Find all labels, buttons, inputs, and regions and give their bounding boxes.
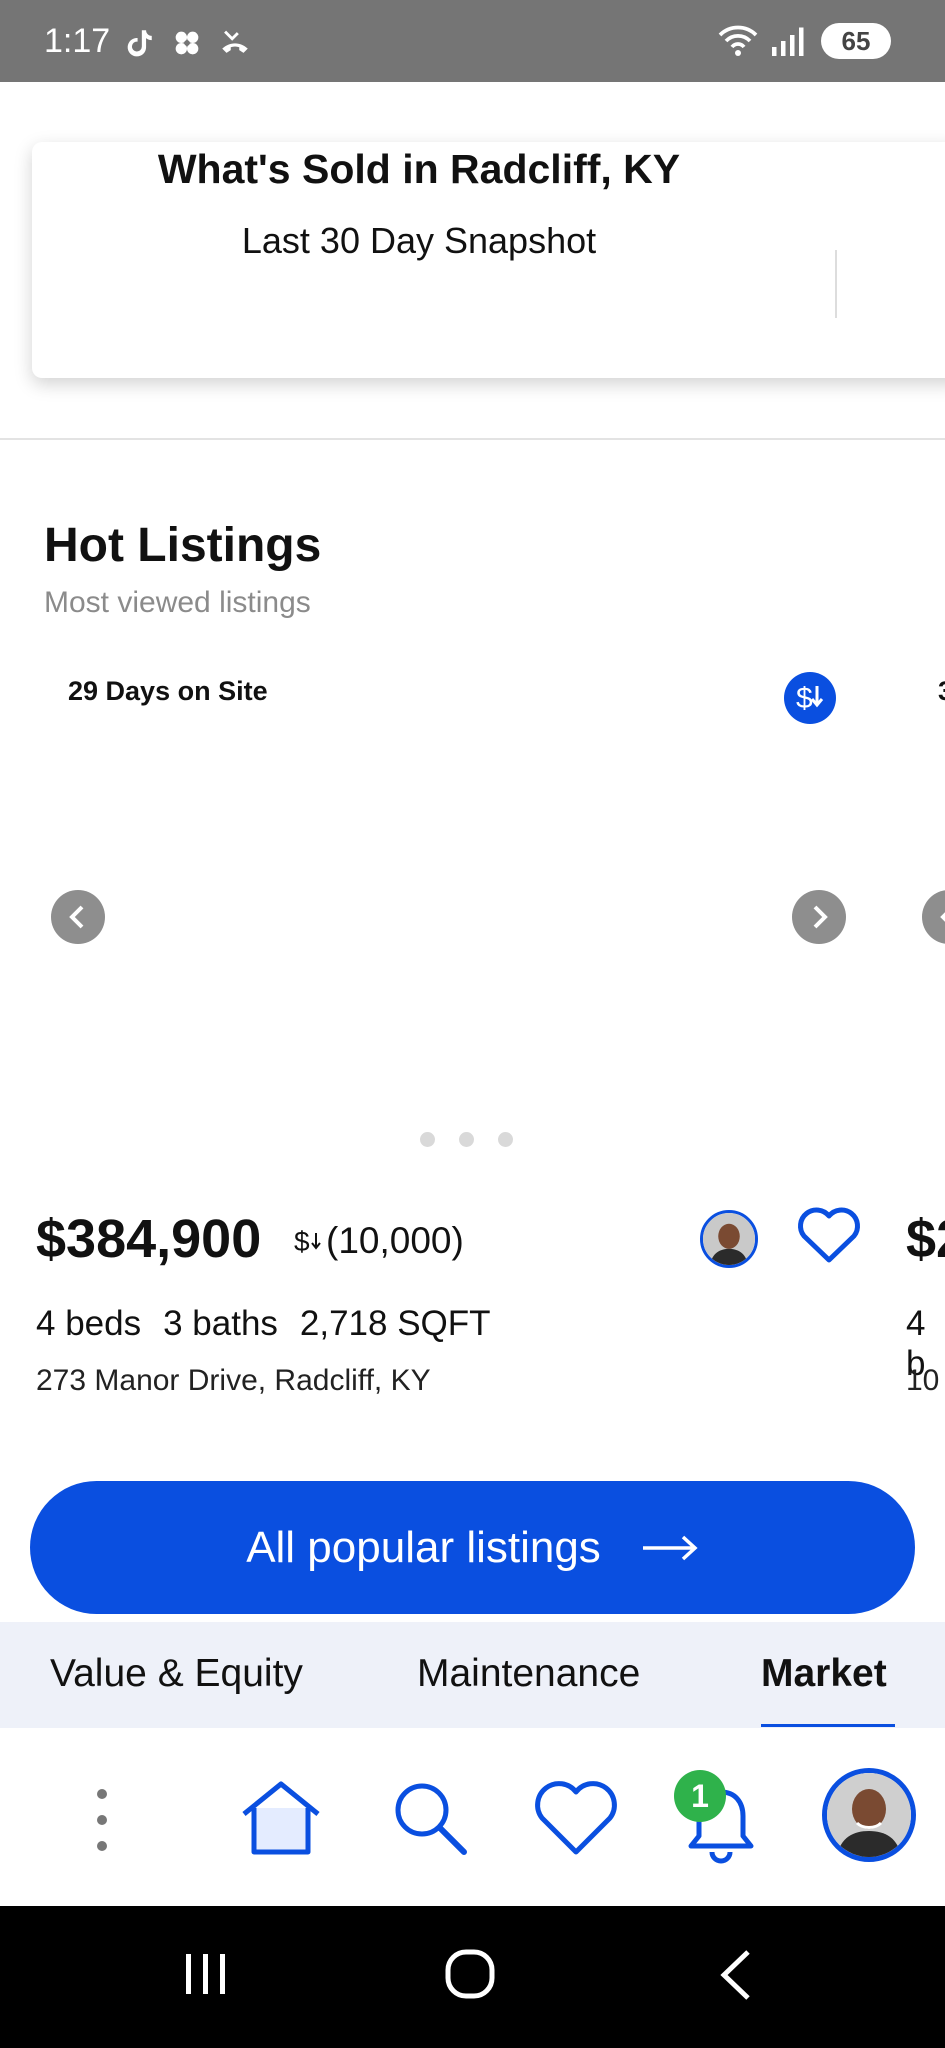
search-icon[interactable] [390,1778,470,1858]
listing-sqft: 2,718 SQFT [299,1304,491,1343]
home-button-icon[interactable] [444,1948,496,2000]
avatar [703,1213,755,1265]
home-icon[interactable] [238,1778,324,1858]
missed-call-icon [222,30,248,53]
chevron-right-icon [813,905,828,929]
recent-apps-icon[interactable] [182,1950,230,1998]
status-bar: 1:17 65 [0,0,945,82]
snapshot-title: What's Sold in Radcliff, KY [157,146,681,192]
chevron-left-icon [69,905,84,929]
carousel-dots [420,1132,513,1147]
bottom-nav [0,1728,945,1906]
battery-icon: 65 [821,23,891,59]
carousel-dot[interactable] [459,1132,474,1147]
cta-label: All popular listings [246,1522,601,1572]
system-nav-bar [0,1906,945,2048]
listing-address[interactable]: 273 Manor Drive, Radcliff, KY [36,1364,431,1398]
price-drop-badge-icon: $ [784,672,836,724]
arrow-right-icon [642,1535,698,1560]
carousel-next-button[interactable] [792,890,846,944]
favorite-heart-icon[interactable] [796,1204,862,1266]
carousel-dot[interactable] [420,1132,435,1147]
snapshot-section: What's Sold in Radcliff, KY Last 30 Day … [0,82,945,440]
days-on-site: 29 Days on Site [68,676,268,706]
price-drop-icon: $ [294,1226,321,1257]
tab-market[interactable]: Market [761,1652,887,1696]
tab-value-equity[interactable]: Value & Equity [50,1652,303,1696]
notification-badge: 1 [674,1770,726,1822]
favorites-icon[interactable] [532,1780,620,1858]
snapshot-subtitle: Last 30 Day Snapshot [241,220,597,261]
section-divider [0,438,945,440]
hot-listings-subtitle: Most viewed listings [44,586,311,619]
listing-baths: 3 baths [163,1304,278,1343]
carousel-prev-button[interactable] [51,890,105,944]
tiktok-icon [127,30,152,57]
tab-maintenance[interactable]: Maintenance [417,1652,640,1696]
listing-beds: 4 beds [36,1304,142,1343]
carousel-dot[interactable] [498,1132,513,1147]
battery-level: 65 [841,25,871,56]
next-listing-days: 3 [938,676,945,707]
pinwheel-icon [175,31,199,55]
agent-avatar[interactable] [822,1768,916,1862]
listing-price: $384,900 [36,1209,262,1269]
status-time: 1:17 [44,22,111,60]
avatar [827,1773,911,1857]
all-popular-listings-button[interactable]: All popular listings [30,1481,915,1614]
back-icon[interactable] [716,1948,756,2002]
notification-icons [122,26,252,60]
price-change: $ (10,000) [294,1220,464,1262]
next-listing-address: 10 [906,1364,940,1397]
signal-icon [772,27,804,56]
more-icon[interactable] [90,1784,114,1856]
hot-listings-title: Hot Listings [44,519,322,572]
active-tab-indicator [761,1724,895,1727]
system-icons: 65 [717,22,891,60]
section-tabs: Value & Equity Maintenance Market [0,1622,945,1728]
snapshot-divider [835,250,837,318]
svg-text:$: $ [294,1226,310,1257]
wifi-icon [718,25,758,56]
svg-text:$: $ [796,682,813,715]
listing-specs: 4 beds 3 baths 2,718 SQFT [36,1304,491,1344]
price-change-value: (10,000) [326,1220,464,1261]
next-listing-price: $2 [906,1209,945,1269]
next-card-prev-button[interactable] [922,890,945,944]
chevron-left-icon [940,912,945,922]
agent-avatar-small[interactable] [700,1210,758,1268]
